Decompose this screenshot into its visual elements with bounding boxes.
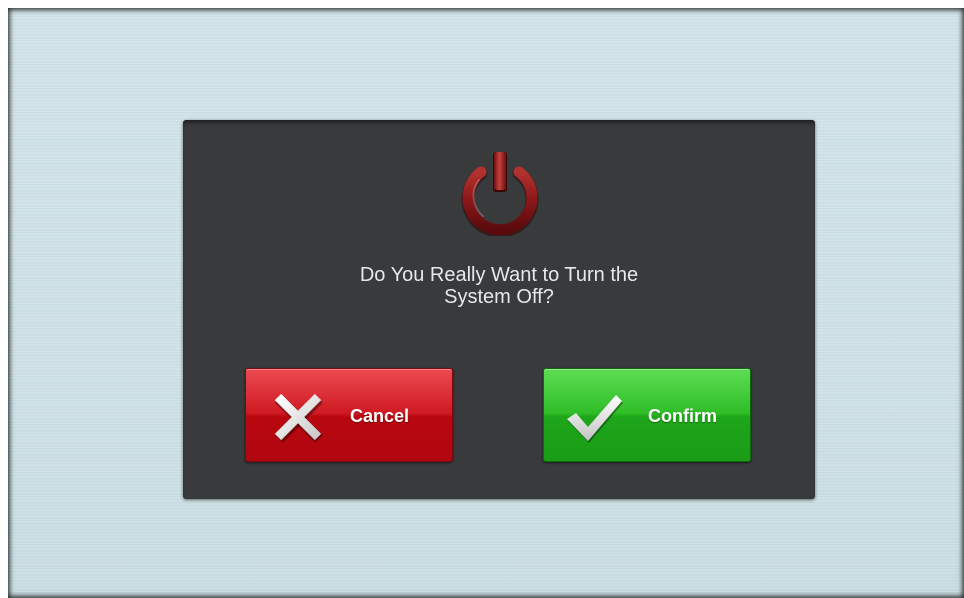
message-line-1: Do You Really Want to Turn the [359,264,639,286]
close-icon [274,393,323,443]
cancel-label: Cancel [350,406,410,426]
power-icon [461,152,539,236]
message-line-2: System Off? [444,286,554,308]
confirmation-message: Do You Really Want to Turn the System Of… [183,264,815,308]
cancel-button[interactable]: Cancel [245,368,453,462]
screen-background: Do You Really Want to Turn the System Of… [8,8,964,598]
checkmark-icon [567,395,623,443]
confirm-label: Confirm [648,406,717,426]
shutdown-dialog: Do You Really Want to Turn the System Of… [183,120,815,499]
confirm-button[interactable]: Confirm [543,368,751,462]
